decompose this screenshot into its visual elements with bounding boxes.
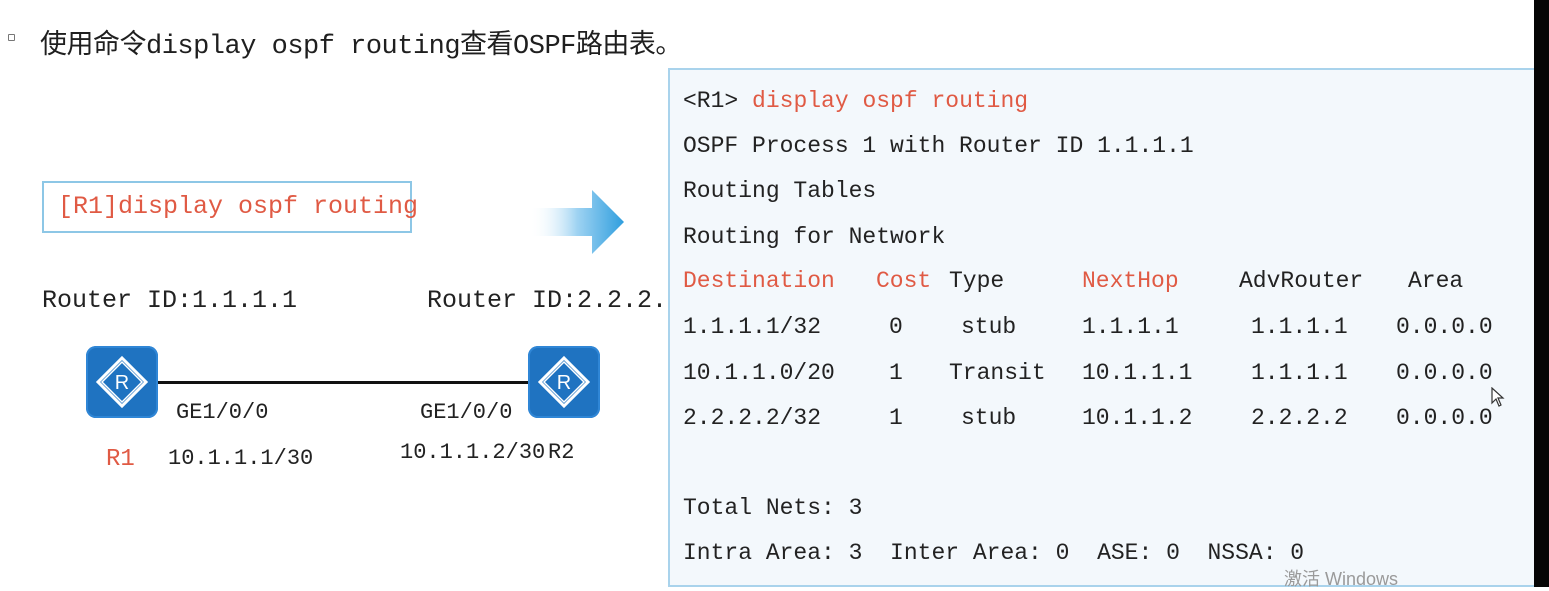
r2-ip-label: 10.1.1.2/30	[400, 440, 546, 465]
terminal-prompt: <R1>	[683, 88, 739, 114]
process-line: OSPF Process 1 with Router ID 1.1.1.1	[683, 133, 1194, 159]
table-cell: 1	[889, 360, 903, 386]
table-cell: stub	[961, 314, 1017, 340]
table-cell: 2.2.2.2	[1251, 405, 1348, 431]
svg-text:R: R	[115, 372, 129, 394]
router-icon: R	[528, 346, 600, 418]
table-cell: 1.1.1.1	[1082, 314, 1179, 340]
table-cell: 10.1.1.1	[1082, 360, 1193, 386]
table-cell: 2.2.2.2/32	[683, 405, 822, 431]
r1-router-id: Router ID:1.1.1.1	[42, 286, 298, 315]
r2-name-label: R2	[548, 440, 575, 465]
table-cell: 10.1.1.2	[1082, 405, 1193, 431]
svg-text:R: R	[557, 372, 571, 394]
table-cell: 0.0.0.0	[1396, 314, 1493, 340]
table-cell: 0.0.0.0	[1396, 405, 1493, 431]
router-icon: R	[86, 346, 158, 418]
mouse-cursor-icon	[1491, 386, 1505, 412]
r1-interface-label: GE1/0/0	[176, 400, 269, 425]
activation-watermark: 激活 Windows	[1284, 569, 1399, 589]
table-cell: Transit	[949, 360, 1046, 386]
total-nets-line: Total Nets: 3	[683, 495, 863, 521]
terminal-command: display ospf routing	[752, 88, 1029, 114]
command-box: [R1]display ospf routing	[42, 181, 418, 233]
r2-router-id: Router ID:2.2.2.2	[427, 286, 683, 315]
table-cell: 0	[889, 314, 903, 340]
r1-name-label: R1	[106, 446, 135, 473]
routing-for-network-line: Routing for Network	[683, 224, 946, 250]
bullet-icon	[8, 34, 15, 41]
table-cell: 0.0.0.0	[1396, 360, 1493, 386]
column-header-area: Area	[1408, 268, 1464, 294]
link-line	[156, 381, 532, 384]
screen-edge-bar	[1534, 0, 1549, 587]
table-cell: 10.1.1.0/20	[683, 360, 835, 386]
table-cell: 1	[889, 405, 903, 431]
page-title: 使用命令display ospf routing查看OSPF路由表。	[40, 32, 682, 62]
terminal-command-line: <R1> display ospf routing	[683, 88, 1028, 114]
column-header-advrouter: AdvRouter	[1239, 268, 1364, 294]
column-header-type: Type	[949, 268, 1005, 294]
area-summary-line: Intra Area: 3 Inter Area: 0 ASE: 0 NSSA:…	[683, 540, 1305, 566]
column-header-destination: Destination	[683, 268, 835, 294]
r1-ip-label: 10.1.1.1/30	[168, 446, 314, 471]
table-cell: 1.1.1.1	[1251, 360, 1348, 386]
column-header-cost: Cost	[876, 268, 932, 294]
right-arrow-icon	[530, 186, 626, 263]
table-cell: 1.1.1.1	[1251, 314, 1348, 340]
column-header-nexthop: NextHop	[1082, 268, 1179, 294]
table-cell: 1.1.1.1/32	[683, 314, 822, 340]
r2-interface-label: GE1/0/0	[420, 400, 513, 425]
table-cell: stub	[961, 405, 1017, 431]
routing-tables-line: Routing Tables	[683, 178, 877, 204]
